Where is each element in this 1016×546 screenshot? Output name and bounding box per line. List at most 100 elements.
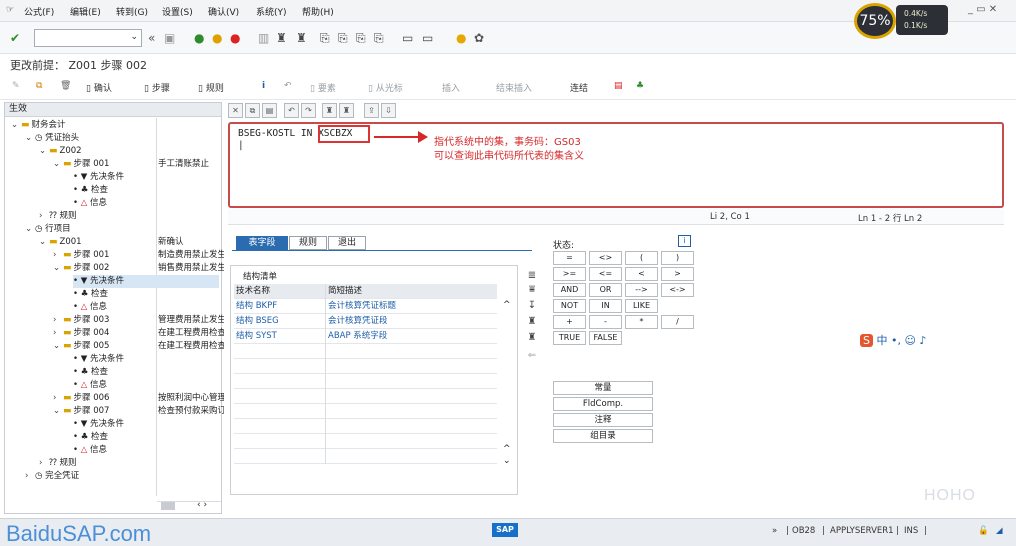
menu-edit[interactable]: 编辑(E)	[70, 5, 101, 18]
delete-icon[interactable]: 🗑	[60, 81, 71, 91]
op-like[interactable]: LIKE	[625, 299, 658, 313]
tree-node[interactable]: • ▼ 先决条件	[73, 171, 124, 184]
tree-node[interactable]: › ⁇ 规则	[39, 457, 77, 470]
tab-table-fields[interactable]: 表字段	[236, 236, 288, 250]
op-implies[interactable]: -->	[625, 283, 658, 297]
op-eq[interactable]: =	[553, 251, 586, 265]
scroll-up-icon[interactable]: ^	[503, 300, 511, 310]
search-text-icon[interactable]: ♜	[322, 103, 337, 118]
ime-toolbar[interactable]: S 中 •, ☺ ♪	[860, 332, 926, 348]
op-lt[interactable]: <	[625, 267, 658, 281]
tree-node[interactable]: › ▬ 步骤 003	[53, 314, 109, 327]
download-icon[interactable]: ⇩	[381, 103, 396, 118]
command-field[interactable]: ⌄	[34, 29, 142, 47]
scroll-thumb[interactable]	[161, 502, 175, 510]
paste-icon[interactable]: ▤	[262, 103, 277, 118]
generate-icon[interactable]: ♣	[636, 81, 644, 91]
tree-node-selected[interactable]: • ▼ 先决条件	[73, 275, 219, 288]
field-compare-button[interactable]: FldComp.	[553, 397, 653, 411]
tree-node[interactable]: ⌄ ◷ 凭证抬头	[25, 132, 79, 145]
tree-node[interactable]: • ♣ 检查	[73, 366, 108, 379]
constant-button[interactable]: 常量	[553, 381, 653, 395]
op-and[interactable]: AND	[553, 283, 586, 297]
last-page-icon[interactable]: ⎘	[374, 31, 384, 45]
find-next-icon[interactable]: ♜	[296, 31, 307, 45]
group-dir-button[interactable]: 组目录	[553, 429, 653, 443]
scroll-down-icon[interactable]: ⌄	[503, 456, 511, 466]
tree-node[interactable]: › ◷ 完全凭证	[25, 470, 79, 483]
chevron-down-icon[interactable]: ⌄	[130, 32, 138, 42]
tree-node[interactable]: ⌄ ▬ 财务会计	[11, 119, 66, 132]
enter-icon[interactable]: ✔	[10, 31, 20, 45]
redo-edit-icon[interactable]: ↷	[301, 103, 316, 118]
tree-node[interactable]: • ♣ 检查	[73, 431, 108, 444]
tree-node[interactable]: › ⁇ 规则	[39, 210, 77, 223]
sort-icon[interactable]: ↧	[526, 300, 538, 312]
select-all-icon[interactable]: ≣	[526, 270, 538, 282]
menu-settings[interactable]: 设置(S)	[162, 5, 193, 18]
op-minus[interactable]: -	[589, 315, 622, 329]
menu-goto[interactable]: 转到(G)	[116, 5, 148, 18]
step-button[interactable]: ▯ 步骤	[144, 81, 170, 94]
tree-node[interactable]: ⌄ ▬ 步骤 001	[53, 158, 109, 171]
exit-icon[interactable]: ●	[212, 31, 222, 45]
scroll-arrows-icon[interactable]: ‹ ›	[197, 500, 207, 510]
tree-node[interactable]: ⌄ ▬ 步骤 002	[53, 262, 109, 275]
gear-icon[interactable]: ✿	[474, 31, 484, 45]
op-in[interactable]: IN	[589, 299, 622, 313]
connect-button[interactable]: 连结	[570, 81, 588, 94]
op-not[interactable]: NOT	[553, 299, 586, 313]
check-icon[interactable]: ▤	[614, 81, 623, 91]
undo-edit-icon[interactable]: ↶	[284, 103, 299, 118]
back-arrows-icon[interactable]: «	[148, 31, 155, 45]
print-icon[interactable]: ▥	[258, 31, 269, 45]
formula-editor[interactable]: BSEG-KOSTL IN XSCBZX | 指代系统中的集，事务码：GS03 …	[228, 122, 1004, 208]
prev-page-icon[interactable]: ⎘	[338, 31, 348, 45]
insert-arrow-icon[interactable]: ⇐	[526, 350, 538, 362]
info-icon[interactable]: i	[262, 81, 265, 91]
tree-node[interactable]: ⌄ ◷ 行项目	[25, 223, 71, 236]
op-mult[interactable]: *	[625, 315, 658, 329]
undo-icon[interactable]: ↶	[284, 81, 292, 91]
confirm-button[interactable]: ▯ 确认	[86, 81, 112, 94]
op-div[interactable]: /	[661, 315, 694, 329]
save-icon[interactable]: ▣	[164, 31, 175, 45]
op-gt[interactable]: >	[661, 267, 694, 281]
replace-text-icon[interactable]: ♜	[339, 103, 354, 118]
tree-node[interactable]: › ▬ 步骤 001	[53, 249, 109, 262]
op-false[interactable]: FALSE	[589, 331, 622, 345]
cancel-icon[interactable]: ●	[230, 31, 240, 45]
cut-icon[interactable]: ✕	[228, 103, 243, 118]
tree-node[interactable]: ⌄ ▬ Z002	[39, 145, 82, 158]
tree-node[interactable]: • △ 信息	[73, 197, 107, 210]
tree-node[interactable]: › ▬ 步骤 006	[53, 392, 109, 405]
next-page-icon[interactable]: ⎘	[356, 31, 366, 45]
tree-node[interactable]: • ▼ 先决条件	[73, 418, 124, 431]
op-le[interactable]: <=	[589, 267, 622, 281]
tree-node[interactable]: • △ 信息	[73, 379, 107, 392]
expand-icon[interactable]: »	[772, 526, 777, 536]
from-cursor-button[interactable]: ▯ 从光标	[368, 81, 403, 94]
op-lparen[interactable]: (	[625, 251, 658, 265]
elements-button[interactable]: ▯ 要素	[310, 81, 336, 94]
op-or[interactable]: OR	[589, 283, 622, 297]
menu-formula[interactable]: 公式(F)	[24, 5, 54, 18]
op-plus[interactable]: +	[553, 315, 586, 329]
table-row[interactable]: 结构 BKPF 会计核算凭证标题	[234, 299, 497, 314]
find-next-list-icon[interactable]: ♜	[526, 332, 538, 344]
op-ne[interactable]: <>	[589, 251, 622, 265]
end-insert-button[interactable]: 结束插入	[496, 81, 532, 94]
scroll-up-icon[interactable]: ^	[503, 444, 511, 454]
tab-rules[interactable]: 规则	[289, 236, 327, 250]
op-true[interactable]: TRUE	[553, 331, 586, 345]
op-equiv[interactable]: <->	[661, 283, 694, 297]
menu-help[interactable]: 帮助(H)	[302, 5, 334, 18]
info-icon[interactable]: i	[678, 235, 691, 247]
find-list-icon[interactable]: ♜	[526, 316, 538, 328]
tree-node[interactable]: • ▼ 先决条件	[73, 353, 124, 366]
tree-node[interactable]: ⌄ ▬ 步骤 005	[53, 340, 109, 353]
help-icon[interactable]: ●	[456, 31, 466, 45]
copy-text-icon[interactable]: ⧉	[245, 103, 260, 118]
tree-node[interactable]: • △ 信息	[73, 444, 107, 457]
tree-node[interactable]: ⌄ ▬ Z001	[39, 236, 82, 249]
